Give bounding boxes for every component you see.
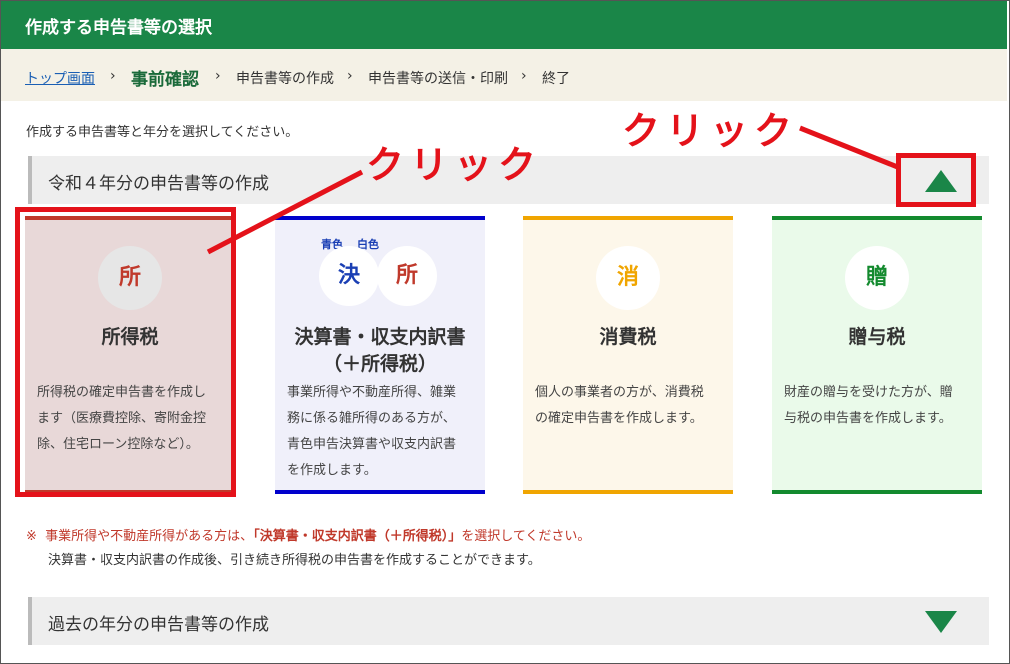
annotation-click-text: クリック: [366, 143, 543, 187]
annotation-arrows: [206, 125, 901, 255]
annotation-line: [206, 169, 364, 255]
annotation-line: [799, 125, 901, 171]
annotation-click-text: クリック: [622, 109, 799, 153]
